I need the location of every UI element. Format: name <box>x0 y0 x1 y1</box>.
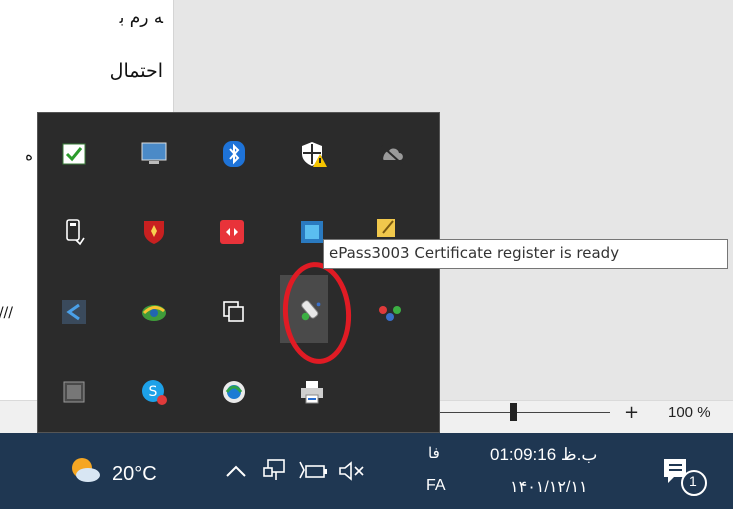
network-icon[interactable] <box>262 458 286 486</box>
weather-icon[interactable] <box>68 455 102 485</box>
bluetooth-icon[interactable] <box>220 140 248 168</box>
chevron-up-icon[interactable] <box>225 463 247 483</box>
s-logo-icon[interactable] <box>60 298 88 326</box>
remote-app-icon[interactable] <box>218 218 246 246</box>
cloud-offline-icon[interactable] <box>378 140 406 168</box>
weather-temperature[interactable]: 20°C <box>112 463 157 486</box>
input-language-code[interactable]: FA <box>426 477 446 495</box>
browser-globe-icon[interactable] <box>220 378 248 406</box>
security-shield-warning-icon[interactable] <box>300 140 328 168</box>
clock-date[interactable]: ۱۴۰۱/۱۲/۱۱ <box>510 477 588 497</box>
zoom-slider-thumb[interactable] <box>510 403 517 421</box>
document-text-line: اﺣﺘﻤﺎل <box>109 60 163 82</box>
document-text-line: /// <box>0 305 13 321</box>
printer-icon[interactable] <box>298 378 326 406</box>
network-app-icon[interactable] <box>298 218 326 246</box>
copy-windows-icon[interactable] <box>220 298 248 326</box>
zoom-in-button[interactable]: + <box>624 402 639 423</box>
document-text-line: ﻪ رم ﺑ <box>119 8 163 28</box>
clock-time[interactable]: 01:09:16 ب.ظ <box>490 445 597 465</box>
sticky-app-icon[interactable] <box>372 214 400 242</box>
shield-app-icon[interactable] <box>140 218 168 246</box>
notification-center-icon[interactable]: 1 <box>660 455 708 497</box>
taskbar: 20°C فا FA 01:09:16 ب.ظ ۱۴۰۱/۱۲/۱۱ 1 <box>0 433 733 509</box>
zoom-level[interactable]: 100 % <box>668 404 711 421</box>
input-language-persian[interactable]: فا <box>428 444 440 462</box>
zoom-slider-track[interactable] <box>440 412 610 413</box>
document-text-line: ه <box>25 146 33 164</box>
usb-drive-icon[interactable] <box>60 218 88 246</box>
svg-text:S: S <box>149 384 158 400</box>
volume-muted-icon[interactable] <box>337 460 367 486</box>
notification-count: 1 <box>689 473 697 489</box>
dots-app-icon[interactable] <box>376 298 404 326</box>
task-check-icon[interactable] <box>60 140 88 168</box>
skype-icon[interactable]: S <box>140 378 168 406</box>
keyboard-grid-icon[interactable] <box>60 378 88 406</box>
battery-icon[interactable] <box>298 460 328 486</box>
globe-app-icon[interactable] <box>140 298 168 326</box>
monitor-icon[interactable] <box>140 140 168 168</box>
tray-icon-tooltip: ePass3003 Certificate register is ready <box>323 239 728 269</box>
